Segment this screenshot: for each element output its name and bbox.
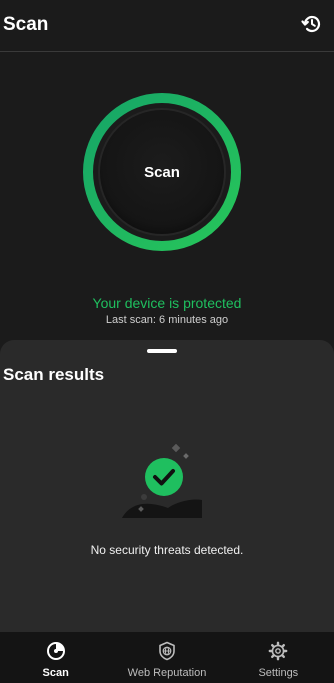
- scan-results-sheet: Scan results No security threats detecte…: [0, 340, 334, 632]
- scan-area: Scan Your device is protected Last scan:…: [0, 52, 334, 352]
- no-threats-illustration: [118, 443, 208, 524]
- nav-item-settings[interactable]: Settings: [223, 632, 334, 683]
- nav-label-web-reputation: Web Reputation: [127, 667, 207, 679]
- shield-globe-icon: [159, 641, 175, 661]
- protection-status: Your device is protected: [92, 295, 242, 311]
- nav-item-scan[interactable]: Scan: [0, 632, 111, 683]
- gear-icon: [268, 641, 288, 661]
- scan-button-label: Scan: [144, 163, 180, 181]
- bottom-navigation: Scan Web Reputation Settings: [0, 632, 334, 683]
- scan-button[interactable]: Scan: [82, 92, 242, 252]
- scan-results-title: Scan results: [3, 365, 105, 384]
- nav-label-settings: Settings: [258, 667, 299, 679]
- page-title: Scan: [3, 14, 49, 35]
- last-scan-time: Last scan: 6 minutes ago: [105, 314, 229, 326]
- no-threats-message: No security threats detected.: [90, 543, 244, 557]
- nav-item-web-reputation[interactable]: Web Reputation: [111, 632, 222, 683]
- history-icon: [301, 15, 321, 33]
- nav-label-scan: Scan: [42, 667, 69, 679]
- scan-icon: [46, 642, 65, 660]
- top-app-bar: Scan: [0, 0, 334, 52]
- history-button[interactable]: [300, 12, 324, 36]
- sheet-drag-handle[interactable]: [147, 349, 177, 353]
- check-circle-icon: [145, 458, 183, 496]
